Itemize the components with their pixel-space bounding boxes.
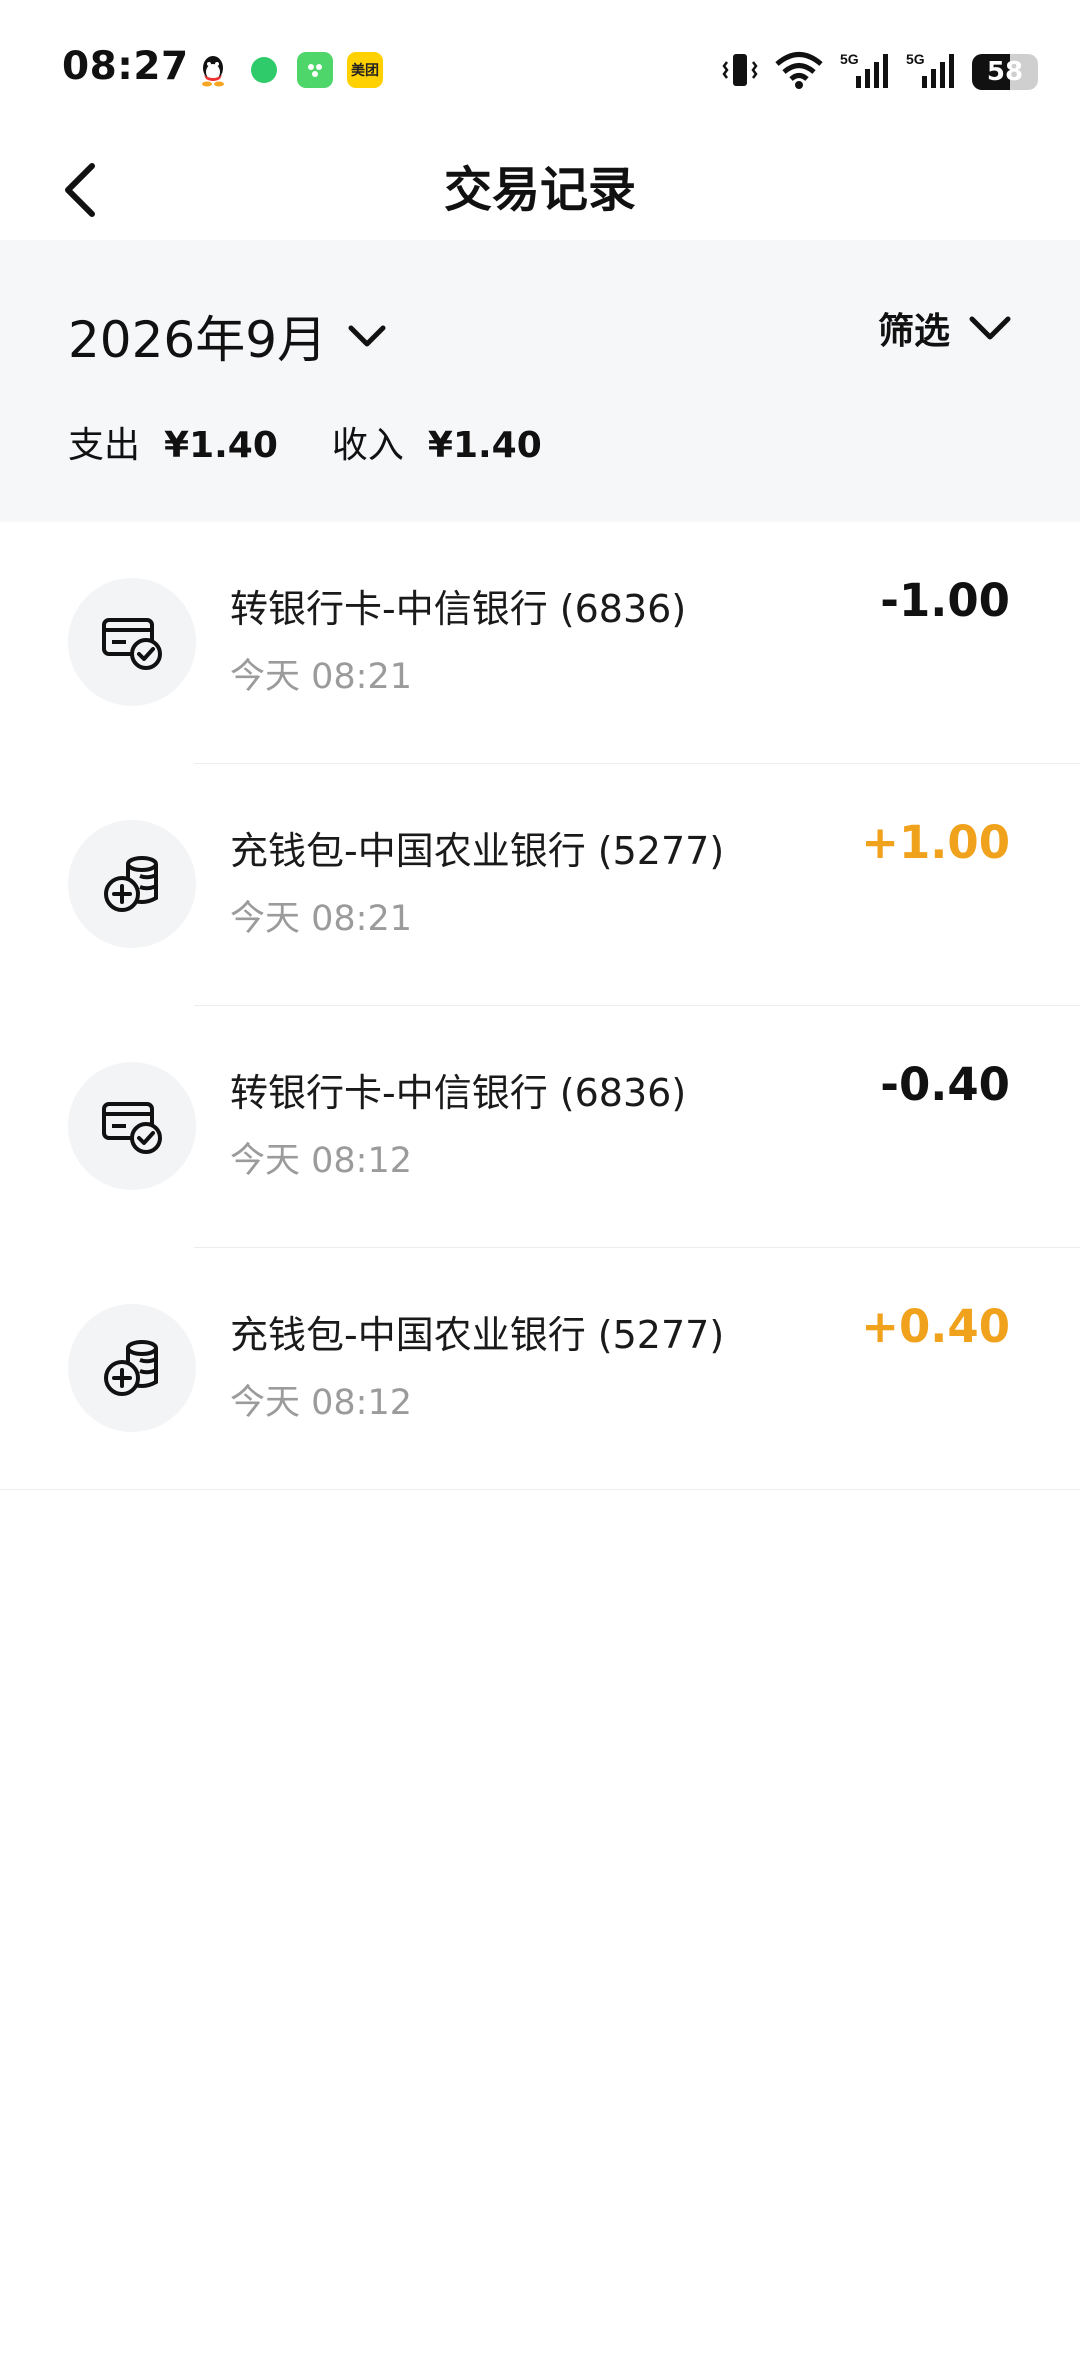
transaction-amount: +0.40 <box>861 1300 1010 1353</box>
transaction-row[interactable]: 转银行卡-中信银行 (6836) 今天 08:12 -0.40 <box>0 1006 1080 1248</box>
signal-5g-icon: 5G <box>906 50 956 94</box>
transaction-title: 转银行卡-中信银行 (6836) <box>230 587 687 631</box>
transaction-amount: +1.00 <box>861 816 1010 869</box>
coins-add-icon <box>68 820 196 948</box>
status-indicators: 5G 5G 58 <box>722 50 1038 94</box>
expense-value: ¥1.40 <box>164 425 278 466</box>
meituan-icon: 美团 <box>347 52 383 88</box>
transaction-list: 转银行卡-中信银行 (6836) 今天 08:21 -1.00 充钱包-中国农业… <box>0 522 1080 1490</box>
income-value: ¥1.40 <box>427 425 542 466</box>
green-app-icon <box>297 52 333 88</box>
status-bar: 08:27 美团 5G 5G 58 <box>0 0 1080 140</box>
card-check-icon <box>68 578 196 706</box>
transaction-time: 今天 08:12 <box>230 1141 412 1181</box>
chevron-down-icon <box>969 316 1011 340</box>
month-label: 2026年9月 <box>68 311 328 369</box>
income-label: 收入 <box>331 425 404 466</box>
vibrate-icon <box>722 50 758 94</box>
filter-button[interactable]: 筛选 <box>878 302 1012 354</box>
expense-label: 支出 <box>68 425 141 466</box>
divider <box>0 1489 1080 1490</box>
totals-row: 支出 ¥1.40 收入 ¥1.40 <box>68 416 596 468</box>
transaction-title: 转银行卡-中信银行 (6836) <box>230 1071 687 1115</box>
transaction-amount: -1.00 <box>880 574 1010 627</box>
status-app-icons: 美团 <box>195 52 383 88</box>
chevron-down-icon <box>348 325 386 347</box>
transaction-row[interactable]: 转银行卡-中信银行 (6836) 今天 08:21 -1.00 <box>0 522 1080 764</box>
transaction-title: 充钱包-中国农业银行 (5277) <box>230 1313 725 1357</box>
qq-icon <box>195 52 231 88</box>
status-time: 08:27 <box>62 44 189 89</box>
transaction-time: 今天 08:21 <box>230 899 412 939</box>
page-title: 交易记录 <box>443 162 636 218</box>
svg-text:5G: 5G <box>840 51 859 67</box>
filter-label: 筛选 <box>877 311 950 352</box>
wifi-icon <box>774 51 824 93</box>
svg-text:5G: 5G <box>906 51 925 67</box>
transaction-time: 今天 08:21 <box>230 657 412 697</box>
battery-level: 58 <box>986 57 1024 87</box>
transaction-row[interactable]: 充钱包-中国农业银行 (5277) 今天 08:12 +0.40 <box>0 1248 1080 1490</box>
signal-5g-icon: 5G <box>840 50 890 94</box>
card-check-icon <box>68 1062 196 1190</box>
battery-icon: 58 <box>972 54 1038 90</box>
transaction-amount: -0.40 <box>880 1058 1010 1111</box>
transaction-row[interactable]: 充钱包-中国农业银行 (5277) 今天 08:21 +1.00 <box>0 764 1080 1006</box>
month-picker[interactable]: 2026年9月 <box>68 300 387 372</box>
coins-add-icon <box>68 1304 196 1432</box>
nav-bar: 交易记录 <box>0 140 1080 240</box>
transaction-time: 今天 08:12 <box>230 1383 412 1423</box>
summary-panel: 2026年9月 筛选 支出 ¥1.40 收入 ¥1.40 <box>0 240 1080 522</box>
transaction-title: 充钱包-中国农业银行 (5277) <box>230 829 725 873</box>
message-icon <box>251 57 277 83</box>
